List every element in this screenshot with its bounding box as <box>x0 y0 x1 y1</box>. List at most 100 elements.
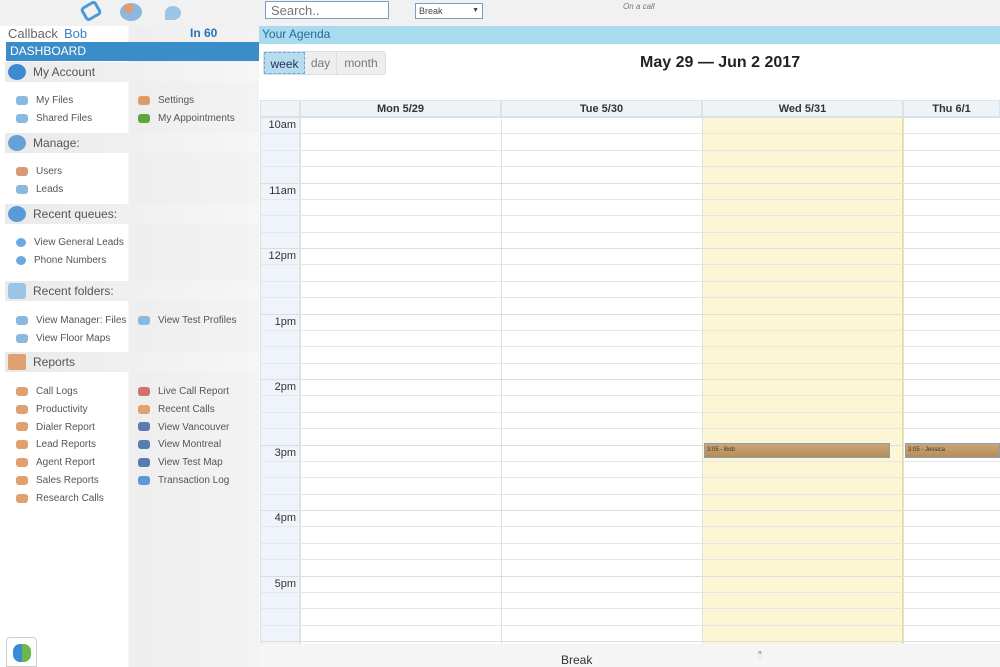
link-manager-files[interactable]: View Manager: Files <box>16 315 126 326</box>
link-report[interactable]: Agent Report <box>16 457 95 468</box>
time-slot-line <box>260 395 1000 397</box>
users-icon <box>16 166 28 176</box>
link-report[interactable]: View Test Map <box>138 457 223 468</box>
report-icon <box>16 404 28 414</box>
link-label: Recent Calls <box>158 403 215 415</box>
files-icon <box>16 95 28 105</box>
leads-icon <box>16 184 28 194</box>
view-month-button[interactable]: month <box>337 52 385 74</box>
link-phone-numbers[interactable]: Phone Numbers <box>16 255 106 266</box>
time-label: 4pm <box>274 512 296 524</box>
time-label: 1pm <box>274 315 296 328</box>
report-icon <box>138 458 150 468</box>
folder-icon <box>16 333 28 343</box>
report-icon <box>16 475 28 485</box>
time-label: 5pm <box>274 577 296 590</box>
search-input[interactable] <box>265 1 389 19</box>
calendar-check-icon <box>138 113 150 123</box>
globe-icon <box>16 237 26 247</box>
link-label: Research Calls <box>36 492 104 504</box>
expand-up-icon[interactable]: ^ <box>758 650 762 659</box>
calendar-event[interactable]: 3:05 - Bob <box>704 442 890 458</box>
view-week-button[interactable]: week <box>264 52 305 74</box>
link-report[interactable]: View Montreal <box>138 439 221 450</box>
callback-name[interactable]: Bob <box>64 26 87 41</box>
time-label: 11am <box>269 184 296 197</box>
link-report[interactable]: Transaction Log <box>138 475 229 486</box>
section-my-account[interactable]: My Account <box>5 62 258 82</box>
time-slot-line <box>260 198 1000 200</box>
section-recent-folders[interactable]: Recent folders: <box>5 281 258 301</box>
link-report[interactable]: Dialer Report <box>16 422 95 433</box>
section-title: Reports <box>33 355 76 369</box>
section-title: Recent folders: <box>33 284 114 298</box>
top-bar: Break ▼ On a call <box>0 0 1000 26</box>
link-my-files[interactable]: My Files <box>16 95 73 106</box>
link-report[interactable]: Live Call Report <box>138 386 229 397</box>
folder-icon <box>16 315 28 325</box>
broom-icon[interactable] <box>165 6 181 20</box>
link-report[interactable]: Research Calls <box>16 493 104 504</box>
time-column-header <box>260 100 300 117</box>
time-label: 12pm <box>268 250 296 262</box>
link-report[interactable]: Productivity <box>16 404 88 415</box>
section-title: Recent queues: <box>33 207 118 221</box>
folder-icon <box>138 315 150 325</box>
section-reports[interactable]: Reports <box>5 352 258 372</box>
view-day-button[interactable]: day <box>305 52 337 74</box>
time-slot-line <box>260 297 1000 299</box>
report-icon <box>16 386 28 396</box>
section-recent-queues[interactable]: Recent queues: <box>5 204 258 224</box>
day-divider <box>300 117 301 651</box>
section-manage[interactable]: Manage: <box>5 133 258 153</box>
link-label: Sales Reports <box>36 475 99 486</box>
link-my-appointments[interactable]: My Appointments <box>138 113 235 124</box>
status-select[interactable]: Break ▼ <box>415 3 483 19</box>
report-icon <box>16 458 28 468</box>
chart-icon <box>8 354 26 370</box>
date-range-title: May 29 — Jun 2 2017 <box>640 54 801 71</box>
link-report[interactable]: Call Logs <box>16 386 78 397</box>
time-slot-line <box>260 133 1000 135</box>
time-slot-line <box>260 608 1000 610</box>
link-general-leads[interactable]: View General Leads <box>16 237 124 248</box>
time-slot-line <box>260 280 1000 282</box>
time-slot-line <box>260 477 1000 479</box>
report-icon <box>138 440 150 450</box>
dashboard-header[interactable]: DASHBOARD <box>6 42 259 61</box>
time-slot-line <box>260 460 1000 462</box>
chat-launcher[interactable] <box>6 637 37 667</box>
time-slot-line <box>260 624 1000 626</box>
time-label: 10am <box>268 119 296 131</box>
link-label: Lead Reports <box>36 439 97 451</box>
time-label: 2pm <box>274 381 296 393</box>
phone-icon[interactable] <box>79 0 103 23</box>
link-leads[interactable]: Leads <box>16 184 63 195</box>
link-report[interactable]: Sales Reports <box>16 475 99 486</box>
users-icon[interactable] <box>120 3 142 21</box>
link-settings[interactable]: Settings <box>138 95 194 106</box>
time-slot-line <box>260 526 1000 528</box>
link-report[interactable]: Lead Reports <box>16 439 96 450</box>
folder-icon <box>8 283 26 299</box>
report-icon <box>138 386 150 396</box>
time-slot-line <box>260 510 1000 511</box>
day-divider <box>501 117 502 651</box>
link-label: Agent Report <box>36 457 95 469</box>
link-floor-maps[interactable]: View Floor Maps <box>16 333 110 344</box>
gears-icon <box>8 135 26 151</box>
report-icon <box>16 493 28 503</box>
day-divider <box>702 117 703 651</box>
link-shared-files[interactable]: Shared Files <box>16 113 92 124</box>
link-test-profiles[interactable]: View Test Profiles <box>138 315 237 326</box>
link-report[interactable]: Recent Calls <box>138 404 215 415</box>
link-label: Transaction Log <box>158 475 230 486</box>
chat-users-icon <box>13 644 31 662</box>
link-users[interactable]: Users <box>16 166 62 177</box>
time-slot-line <box>260 411 1000 413</box>
link-report[interactable]: View Vancouver <box>138 422 229 433</box>
time-slot-line <box>260 264 1000 266</box>
time-slot-line <box>260 346 1000 348</box>
calendar-event[interactable]: 3:05 - Jessica <box>905 442 1000 458</box>
report-icon <box>138 422 150 432</box>
